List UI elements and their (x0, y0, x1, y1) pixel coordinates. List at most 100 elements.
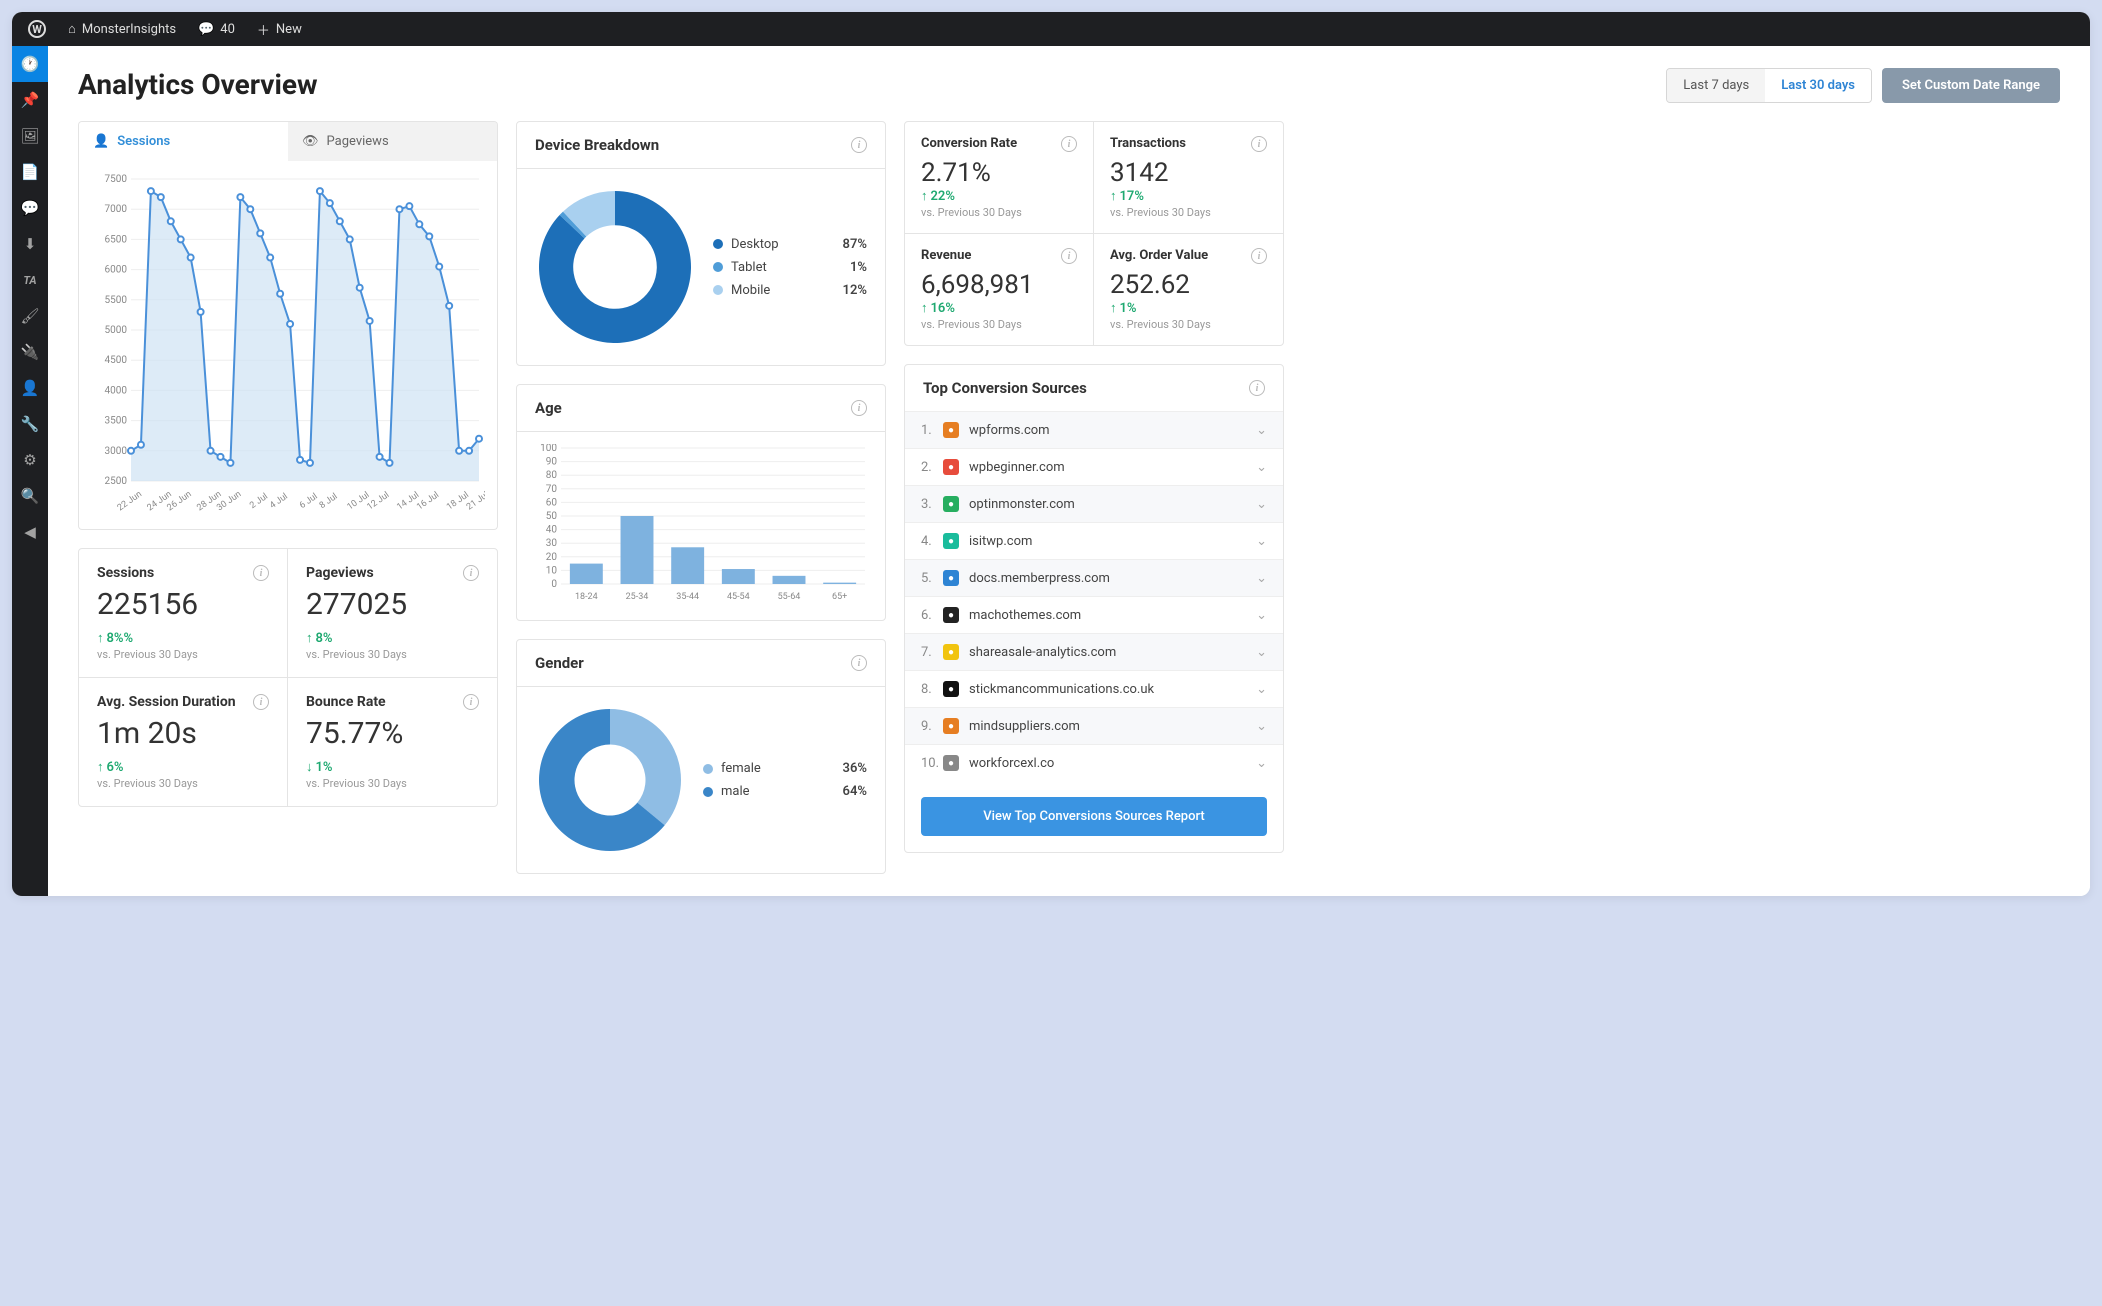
source-name: optinmonster.com (969, 497, 1075, 512)
info-icon[interactable]: i (253, 565, 269, 581)
source-rank: 7. (921, 645, 943, 660)
legend-pct: 1% (850, 260, 867, 275)
device-donut (535, 187, 695, 347)
stat-delta: ↑6% (97, 759, 269, 775)
nav-comments[interactable]: 💬 (12, 190, 48, 226)
source-row[interactable]: 8. ● stickmancommunications.co.uk ⌄ (905, 670, 1283, 707)
brush-icon: 🖌 (20, 307, 39, 325)
nav-plugins[interactable]: 🔌 (12, 334, 48, 370)
source-rank: 4. (921, 534, 943, 549)
source-row[interactable]: 4. ● isitwp.com ⌄ (905, 522, 1283, 559)
source-name: workforcexl.co (969, 756, 1054, 771)
collapse-icon: ◀ (24, 523, 36, 541)
info-icon[interactable]: i (1251, 248, 1267, 264)
info-icon[interactable]: i (851, 655, 867, 671)
kpi-label: Avg. Order Value (1110, 248, 1208, 264)
kpi-delta: ↑1% (1110, 300, 1267, 316)
info-icon[interactable]: i (1249, 380, 1265, 396)
source-row[interactable]: 5. ● docs.memberpress.com ⌄ (905, 559, 1283, 596)
kpi-delta: ↑16% (921, 300, 1077, 316)
info-icon[interactable]: i (253, 694, 269, 710)
plus-icon: ＋ (257, 20, 270, 39)
stat-avg-session-duration: Avg. Session Durationi 1m 20s ↑6% vs. Pr… (79, 678, 288, 806)
svg-text:8 Jul: 8 Jul (318, 492, 340, 511)
nav-dashboard[interactable]: 🕐 (12, 46, 48, 82)
source-row[interactable]: 6. ● machothemes.com ⌄ (905, 596, 1283, 633)
info-icon[interactable]: i (851, 137, 867, 153)
custom-date-button[interactable]: Set Custom Date Range (1882, 68, 2060, 103)
wp-logo[interactable]: W (20, 12, 54, 46)
svg-text:50: 50 (546, 511, 558, 522)
stat-subtext: vs. Previous 30 Days (97, 648, 269, 661)
info-icon[interactable]: i (851, 400, 867, 416)
tab-pageviews[interactable]: 👁 Pageviews (288, 122, 497, 161)
legend-row: Mobile 12% (713, 279, 867, 302)
gender-legend: female 36% male 64% (703, 757, 867, 803)
nav-posts[interactable]: 📌 (12, 82, 48, 118)
kpi-label: Transactions (1110, 136, 1186, 152)
info-icon[interactable]: i (463, 694, 479, 710)
kpi-label: Conversion Rate (921, 136, 1017, 152)
nav-tools[interactable]: 🔧 (12, 406, 48, 442)
source-name: shareasale-analytics.com (969, 645, 1116, 660)
nav-download[interactable]: ⬇ (12, 226, 48, 262)
tab-sessions[interactable]: 👤 Sessions (79, 122, 288, 161)
favicon-icon: ● (943, 681, 959, 697)
overview-stats: Sessionsi 225156 ↑8%% vs. Previous 30 Da… (78, 548, 498, 807)
chevron-down-icon: ⌄ (1256, 534, 1267, 549)
nav-settings[interactable]: ⚙ (12, 442, 48, 478)
kpi-subtext: vs. Previous 30 Days (1110, 318, 1267, 331)
source-row[interactable]: 2. ● wpbeginner.com ⌄ (905, 448, 1283, 485)
source-rank: 9. (921, 719, 943, 734)
last-7-days-button[interactable]: Last 7 days (1667, 69, 1765, 102)
comments-link[interactable]: 💬 40 (190, 12, 243, 46)
sources-list: 1. ● wpforms.com ⌄ 2. ● wpbeginner.com ⌄… (905, 411, 1283, 781)
svg-text:5000: 5000 (105, 325, 128, 336)
nav-users[interactable]: 👤 (12, 370, 48, 406)
view-report-button[interactable]: View Top Conversions Sources Report (921, 797, 1267, 836)
info-icon[interactable]: i (1061, 136, 1077, 152)
nav-insights[interactable]: 🔍 (12, 478, 48, 514)
tab-sessions-label: Sessions (117, 134, 170, 149)
page-title: Analytics Overview (78, 68, 318, 101)
favicon-icon: ● (943, 459, 959, 475)
chevron-down-icon: ⌄ (1256, 608, 1267, 623)
source-row[interactable]: 3. ● optinmonster.com ⌄ (905, 485, 1283, 522)
last-30-days-button[interactable]: Last 30 days (1765, 69, 1871, 102)
new-link[interactable]: ＋ New (249, 12, 310, 46)
info-icon[interactable]: i (1061, 248, 1077, 264)
svg-text:6000: 6000 (105, 265, 128, 276)
device-title: Device Breakdown (535, 136, 659, 154)
nav-appearance[interactable]: 🖌 (12, 298, 48, 334)
stat-value: 75.77% (306, 716, 479, 751)
info-icon[interactable]: i (1251, 136, 1267, 152)
source-row[interactable]: 9. ● mindsuppliers.com ⌄ (905, 707, 1283, 744)
home-icon: ⌂ (68, 21, 76, 37)
favicon-icon: ● (943, 422, 959, 438)
stat-value: 277025 (306, 587, 479, 622)
legend-label: male (721, 784, 750, 799)
nav-media[interactable]: 🖼 (12, 118, 48, 154)
source-row[interactable]: 1. ● wpforms.com ⌄ (905, 411, 1283, 448)
svg-text:40: 40 (546, 525, 558, 536)
site-link[interactable]: ⌂ MonsterInsights (60, 12, 184, 46)
kpi-value: 6,698,981 (921, 270, 1077, 300)
source-row[interactable]: 7. ● shareasale-analytics.com ⌄ (905, 633, 1283, 670)
info-icon[interactable]: i (463, 565, 479, 581)
nav-ta[interactable]: TA (12, 262, 48, 298)
kpi-value: 2.71% (921, 158, 1077, 188)
stat-label: Sessions (97, 565, 154, 581)
user-icon: 👤 (21, 379, 40, 397)
nav-pages[interactable]: 📄 (12, 154, 48, 190)
source-row[interactable]: 10. ● workforcexl.co ⌄ (905, 744, 1283, 781)
user-icon: 👤 (93, 134, 109, 149)
kpi-avg-order-value: Avg. Order Valuei 252.62 ↑1% vs. Previou… (1094, 234, 1283, 345)
chevron-down-icon: ⌄ (1256, 719, 1267, 734)
svg-text:0: 0 (551, 579, 557, 590)
date-range-toggle: Last 7 days Last 30 days (1666, 68, 1872, 103)
eye-icon: 👁 (302, 134, 319, 149)
nav-collapse[interactable]: ◀ (12, 514, 48, 550)
legend-dot (713, 262, 723, 272)
source-name: wpbeginner.com (969, 460, 1065, 475)
stat-bounce-rate: Bounce Ratei 75.77% ↓1% vs. Previous 30 … (288, 678, 497, 806)
